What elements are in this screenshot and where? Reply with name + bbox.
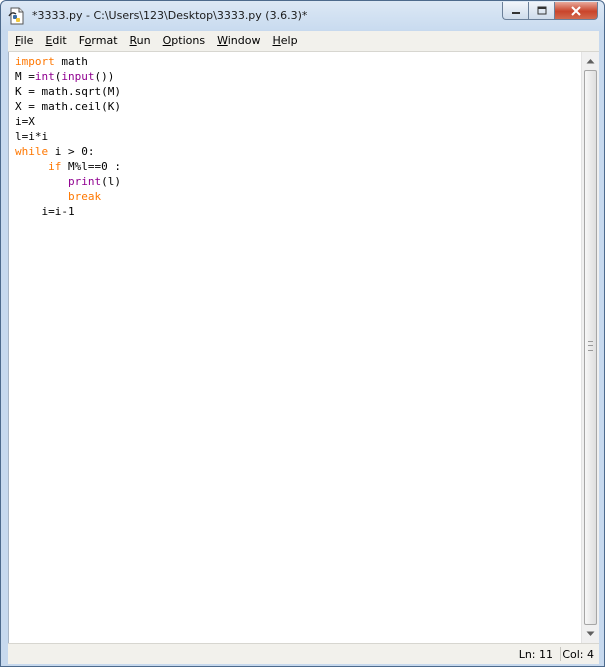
code-token: i > 0: [48, 145, 95, 158]
caption-buttons [502, 2, 598, 21]
code-line[interactable]: break [15, 189, 121, 204]
idle-editor-window: *3333.py - C:\Users\123\Desktop\3333.py … [0, 0, 605, 667]
scroll-up-arrow-icon [586, 59, 595, 64]
scroll-down-button[interactable] [583, 626, 598, 642]
menu-run-mnemonic: R [129, 34, 137, 47]
builtin-token: int [34, 70, 55, 83]
code-token: i=i-1 [15, 205, 75, 218]
vertical-scrollbar[interactable] [581, 52, 599, 643]
builtin-token: print [67, 175, 102, 188]
code-line[interactable]: if M%l==0 : [15, 159, 121, 174]
minimize-icon [511, 11, 520, 14]
menu-bar: File Edit Format Run Options Window Help [8, 31, 599, 52]
status-line-number: Ln: 11 [518, 648, 553, 661]
maximize-button[interactable] [528, 2, 554, 20]
menu-file[interactable]: File [8, 31, 39, 51]
keyword-token: import [15, 55, 55, 68]
menu-window-label: indow [227, 34, 261, 47]
code-token: i=X [15, 115, 35, 128]
minimize-button[interactable] [502, 2, 528, 20]
code-line[interactable]: print(l) [15, 174, 121, 189]
menu-help-label: elp [280, 34, 298, 47]
code-token: M%l==0 : [61, 160, 121, 173]
builtin-token: input [61, 70, 95, 83]
status-bar: Ln: 11 Col: 4 [8, 643, 599, 664]
code-line[interactable]: l=i*i [15, 129, 121, 144]
menu-run-label: un [136, 34, 151, 47]
keyword-token: while [15, 145, 49, 158]
python-idle-file-icon [8, 7, 24, 25]
close-button[interactable] [554, 2, 598, 20]
menu-file-label: ile [20, 34, 34, 47]
menu-window[interactable]: Window [211, 31, 266, 51]
menu-options-label: ptions [171, 34, 206, 47]
keyword-token: if [48, 160, 62, 173]
menu-options-mnemonic: O [162, 34, 172, 47]
menu-help-mnemonic: H [272, 34, 281, 47]
code-token: M = [15, 70, 35, 83]
code-line[interactable]: i=i-1 [15, 204, 121, 219]
menu-options[interactable]: Options [157, 31, 211, 51]
code-token: K = math.sqrt(M) [15, 85, 121, 98]
code-line[interactable]: K = math.sqrt(M) [15, 84, 121, 99]
code-text[interactable]: import math M =int(input()) K = math.sqrt(… [15, 54, 121, 219]
status-separator [560, 647, 561, 661]
title-bar[interactable]: *3333.py - C:\Users\123\Desktop\3333.py … [1, 1, 604, 30]
menu-edit[interactable]: Edit [39, 31, 72, 51]
code-line[interactable]: i=X [15, 114, 121, 129]
scroll-up-button[interactable] [583, 53, 598, 69]
keyword-token: break [67, 190, 102, 203]
status-column-number: Col: 4 [562, 648, 594, 661]
menu-format[interactable]: Format [73, 31, 124, 51]
code-token: math [54, 55, 88, 68]
window-title: *3333.py - C:\Users\123\Desktop\3333.py … [32, 9, 308, 22]
scrollbar-grip [588, 341, 593, 351]
menu-edit-label: dit [52, 34, 67, 47]
code-token: X = math.ceil(K) [15, 100, 121, 113]
code-token: ()) [94, 70, 115, 83]
code-line[interactable]: M =int(input()) [15, 69, 121, 84]
scrollbar-thumb[interactable] [584, 70, 597, 625]
code-line[interactable]: import math [15, 54, 121, 69]
close-icon [571, 5, 581, 16]
scroll-down-arrow-icon [586, 631, 595, 636]
code-editor[interactable]: import math M =int(input()) K = math.sqrt(… [8, 52, 582, 643]
code-token: l=i*i [15, 130, 49, 143]
menu-run[interactable]: Run [124, 31, 157, 51]
menu-help[interactable]: Help [266, 31, 303, 51]
code-line[interactable]: X = math.ceil(K) [15, 99, 121, 114]
menu-format-label: rmat [91, 34, 118, 47]
maximize-icon [537, 6, 546, 14]
code-token: (l) [101, 175, 121, 188]
code-line[interactable]: while i > 0: [15, 144, 121, 159]
menu-window-mnemonic: W [217, 34, 228, 47]
